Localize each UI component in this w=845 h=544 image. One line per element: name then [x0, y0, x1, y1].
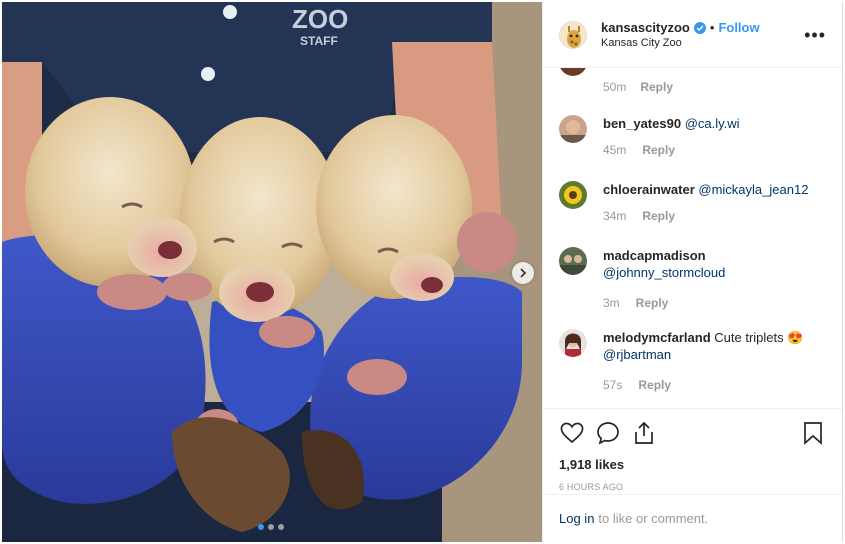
- comment-time: 45m: [603, 143, 627, 157]
- heart-icon: [560, 422, 584, 444]
- comment-mention[interactable]: @ca.ly.wi: [685, 116, 740, 131]
- verified-badge-icon: [693, 21, 706, 34]
- chevron-right-icon: [520, 268, 527, 278]
- carousel-dot[interactable]: [258, 524, 264, 530]
- comment-text: Cute triplets 😍: [714, 330, 804, 345]
- bookmark-icon: [804, 422, 822, 445]
- red-panda-photo: ZOO STAFF: [2, 2, 542, 542]
- reply-button[interactable]: Reply: [642, 142, 675, 159]
- shirt-logo-staff: STAFF: [300, 34, 338, 48]
- login-link[interactable]: Log in: [559, 511, 594, 526]
- comment-item: chloerainwater @mickayla_jean12 34m Reply: [559, 181, 826, 225]
- speech-bubble-icon: [597, 422, 619, 445]
- comment-mention[interactable]: @johnny_stormcloud: [603, 264, 725, 281]
- comment-username[interactable]: madcapmadison: [603, 247, 725, 264]
- avatar-photo: [559, 247, 587, 275]
- follow-button[interactable]: Follow: [718, 20, 759, 35]
- commenter-avatar[interactable]: [559, 68, 587, 76]
- login-prompt: Log in to like or comment.: [543, 494, 842, 542]
- commenter-avatar[interactable]: [559, 329, 587, 357]
- engagement-section: 1,918 likes 6 HOURS AGO: [543, 408, 842, 492]
- reply-button[interactable]: Reply: [638, 377, 671, 394]
- carousel-dot[interactable]: [278, 524, 284, 530]
- giraffe-icon: [560, 21, 586, 48]
- share-icon: [635, 421, 653, 444]
- like-button[interactable]: [559, 420, 585, 446]
- comments-list[interactable]: 50m Reply ben_yates90 @ca.ly.wi 45m Reply: [543, 68, 842, 408]
- header-separator: •: [709, 20, 715, 35]
- carousel-dot[interactable]: [268, 524, 274, 530]
- next-photo-button[interactable]: [512, 262, 534, 284]
- comment-username[interactable]: melodymcfarland: [603, 330, 711, 345]
- account-avatar[interactable]: [559, 20, 587, 49]
- avatar-photo: [559, 115, 587, 143]
- comment-item: madcapmadison @johnny_stormcloud 3m Reply: [559, 247, 826, 312]
- comment-time: 3m: [603, 296, 620, 310]
- carousel-indicator: [258, 524, 284, 530]
- sunflower-avatar-icon: [559, 181, 587, 209]
- login-prompt-text: to like or comment.: [598, 511, 709, 526]
- comment-mention[interactable]: @mickayla_jean12: [698, 182, 808, 197]
- comment-item: ben_yates90 @ca.ly.wi 45m Reply: [559, 115, 826, 159]
- reply-button[interactable]: Reply: [642, 208, 675, 225]
- save-button[interactable]: [800, 420, 826, 446]
- comment-item: melodymcfarland Cute triplets 😍 @rjbartm…: [559, 329, 826, 394]
- comment-time: 57s: [603, 378, 623, 392]
- comment-meta: 50m Reply: [603, 80, 673, 94]
- post-sidebar: kansascityzoo • Follow Kansas City Zoo •…: [542, 2, 843, 542]
- more-options-icon[interactable]: •••: [804, 26, 826, 44]
- reply-button[interactable]: Reply: [640, 80, 673, 94]
- reply-button[interactable]: Reply: [636, 295, 669, 312]
- comment-button[interactable]: [595, 420, 621, 446]
- post-header: kansascityzoo • Follow Kansas City Zoo •…: [543, 2, 842, 68]
- account-username[interactable]: kansascityzoo: [601, 20, 690, 35]
- avatar-photo: [559, 329, 587, 357]
- post-location[interactable]: Kansas City Zoo: [601, 37, 804, 49]
- comment-mention[interactable]: @rjbartman: [603, 346, 803, 363]
- commenter-avatar[interactable]: [559, 115, 587, 143]
- commenter-avatar[interactable]: [559, 247, 587, 275]
- shirt-logo-zoo: ZOO: [292, 4, 348, 34]
- comment-time: 34m: [603, 209, 627, 223]
- commenter-avatar[interactable]: [559, 181, 587, 209]
- post-timestamp[interactable]: 6 HOURS AGO: [559, 482, 826, 492]
- post-photo[interactable]: ZOO STAFF: [2, 2, 542, 542]
- likes-count[interactable]: 1,918 likes: [559, 457, 826, 472]
- action-bar: [559, 417, 826, 449]
- comment-username[interactable]: ben_yates90: [603, 116, 681, 131]
- comment-time: 50m: [603, 80, 627, 94]
- share-button[interactable]: [631, 420, 657, 446]
- comment-username[interactable]: chloerainwater: [603, 182, 695, 197]
